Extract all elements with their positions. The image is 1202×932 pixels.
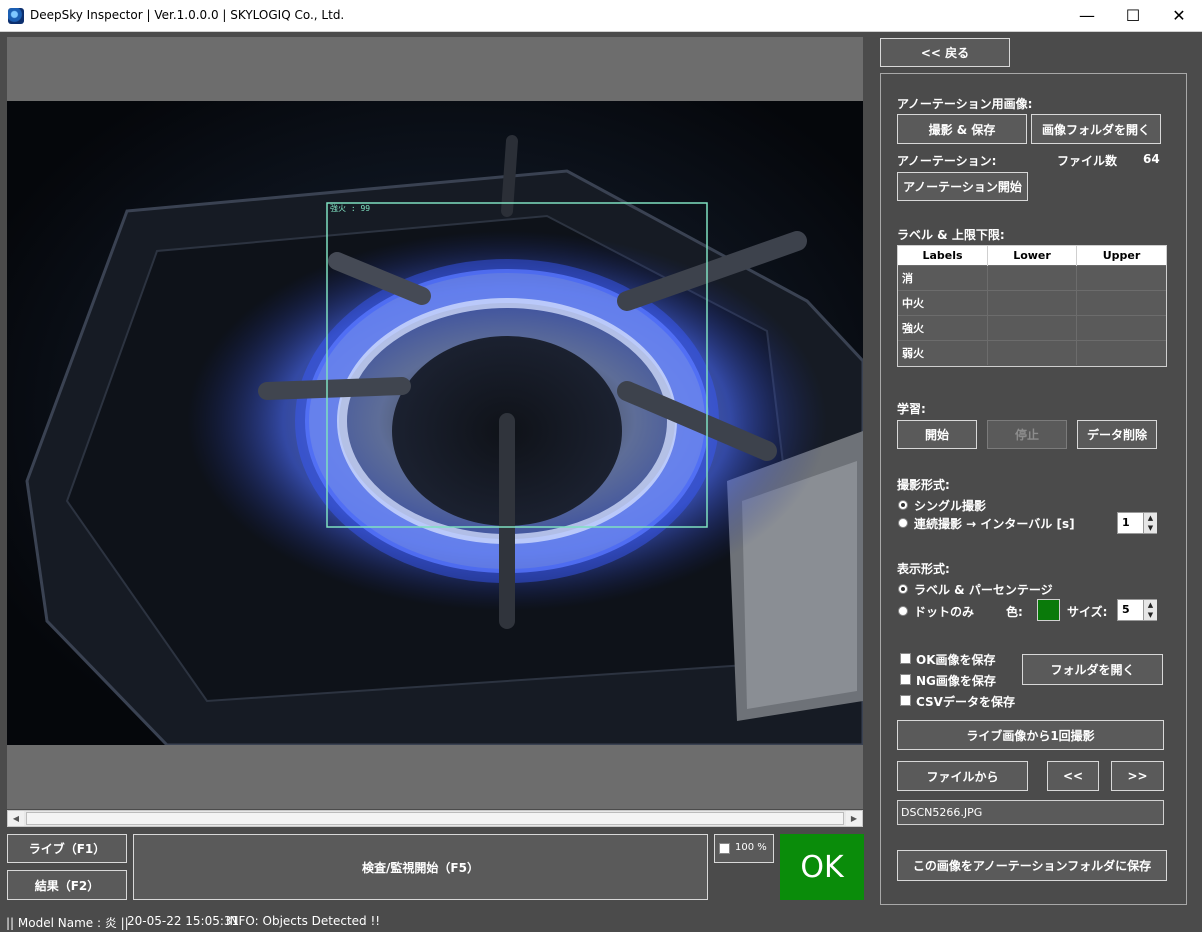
labels-table[interactable]: Labels Lower Upper 消 中火 強火 弱火 [897,245,1167,367]
table-row[interactable]: 中火 [898,290,1166,316]
table-row[interactable]: 強火 [898,315,1166,341]
color-label: 色: [1006,605,1023,619]
table-cell-label[interactable]: 中火 [898,290,988,316]
table-header-lower[interactable]: Lower [987,246,1077,266]
labels-section-label: ラベル & 上限下限: [897,228,1005,242]
continuous-capture-radio[interactable] [898,518,908,528]
live-button[interactable]: ライブ（F1） [7,834,127,863]
spin-down-icon[interactable]: ▼ [1144,610,1157,620]
single-capture-label: シングル撮影 [914,499,987,513]
continuous-capture-label: 連続撮影 → インターバル [s] [914,517,1075,531]
save-csv-checkbox[interactable] [900,695,911,706]
save-ng-checkbox[interactable] [900,674,911,685]
window-title: DeepSky Inspector | Ver.1.0.0.0 | SKYLOG… [30,8,345,22]
zoom-checkbox[interactable] [719,843,730,854]
table-cell-lower[interactable] [987,315,1077,341]
capture-once-button[interactable]: ライブ画像から1回撮影 [897,720,1164,750]
interval-stepper[interactable]: 1 ▲ ▼ [1117,512,1157,534]
scroll-left-icon[interactable]: ◀ [8,811,24,826]
table-cell-upper[interactable] [1076,265,1166,291]
annotation-label: アノーテーション: [897,154,997,168]
status-info: INFO: Objects Detected !! [226,914,381,928]
annotation-start-button[interactable]: アノーテーション開始 [897,172,1028,201]
zoom-control[interactable]: 100 % [714,834,774,863]
table-row[interactable]: 弱火 [898,340,1166,365]
status-model-name: || Model Name : 炎 || [6,916,129,930]
table-cell-upper[interactable] [1076,290,1166,316]
learn-start-button[interactable]: 開始 [897,420,977,449]
app-logo-icon [8,8,24,24]
table-header-upper[interactable]: Upper [1076,246,1166,266]
file-count-value: 64 [1143,152,1160,166]
scroll-right-icon[interactable]: ▶ [846,811,862,826]
spin-up-icon[interactable]: ▲ [1144,600,1157,610]
image-viewer[interactable]: 強火 : 99 [7,37,863,809]
interval-spin-buttons[interactable]: ▲ ▼ [1143,513,1157,533]
results-button[interactable]: 結果（F2） [7,870,127,900]
table-cell-lower[interactable] [987,340,1077,365]
save-ok-label: OK画像を保存 [916,653,996,667]
maximize-button[interactable]: ☐ [1110,0,1156,32]
back-button[interactable]: << 戻る [880,38,1010,67]
status-bar: || Model Name : 炎 || 20-05-22 15:05:31 I… [0,911,1202,932]
label-percent-radio[interactable] [898,584,908,594]
table-cell-lower[interactable] [987,265,1077,291]
next-file-button[interactable]: >> [1111,761,1164,791]
file-count-label: ファイル数 [1057,154,1118,168]
spin-down-icon[interactable]: ▼ [1144,523,1157,533]
display-mode-label: 表示形式: [897,562,950,576]
open-folder-button[interactable]: フォルダを開く [1022,654,1163,685]
zoom-label: 100 % [735,842,767,853]
table-cell-upper[interactable] [1076,340,1166,365]
table-row[interactable]: 消 [898,265,1166,291]
minimize-button[interactable]: — [1064,0,1110,32]
dots-only-label: ドットのみ [914,605,975,619]
save-to-annotation-button[interactable]: この画像をアノーテーションフォルダに保存 [897,850,1167,881]
status-timestamp: 20-05-22 15:05:31 [127,914,240,928]
title-bar: DeepSky Inspector | Ver.1.0.0.0 | SKYLOG… [0,0,1202,32]
table-header-labels[interactable]: Labels [898,246,988,266]
table-cell-label[interactable]: 弱火 [898,340,988,365]
table-cell-upper[interactable] [1076,315,1166,341]
save-ng-label: NG画像を保存 [916,674,996,688]
table-cell-label[interactable]: 消 [898,265,988,291]
scrollbar-thumb[interactable] [26,812,844,825]
from-file-button[interactable]: ファイルから [897,761,1028,791]
size-stepper[interactable]: 5 ▲ ▼ [1117,599,1157,621]
current-file-field[interactable]: DSCN5266.JPG [897,800,1164,825]
stove-burner-photo: 強火 : 99 [7,101,863,745]
prev-file-button[interactable]: << [1047,761,1099,791]
delete-data-button[interactable]: データ削除 [1077,420,1157,449]
save-csv-label: CSVデータを保存 [916,695,1015,709]
capture-save-button[interactable]: 撮影 & 保存 [897,114,1027,144]
inspect-start-button[interactable]: 検査/監視開始（F5） [133,834,708,900]
open-image-folder-button[interactable]: 画像フォルダを開く [1031,114,1161,144]
save-ok-checkbox[interactable] [900,653,911,664]
table-cell-lower[interactable] [987,290,1077,316]
dots-only-radio[interactable] [898,606,908,616]
learn-stop-button[interactable]: 停止 [987,420,1067,449]
capture-mode-label: 撮影形式: [897,478,950,492]
dot-color-swatch[interactable] [1037,599,1060,621]
horizontal-scrollbar[interactable]: ◀ ▶ [7,810,863,827]
learning-label: 学習: [897,402,926,416]
annotation-images-label: アノーテーション用画像: [897,97,1033,111]
size-spin-buttons[interactable]: ▲ ▼ [1143,600,1157,620]
spin-up-icon[interactable]: ▲ [1144,513,1157,523]
label-percent-label: ラベル & パーセンテージ [914,583,1053,597]
verdict-indicator: OK [780,834,864,900]
size-value[interactable]: 5 [1122,603,1130,616]
detection-label: 強火 : 99 [330,203,370,213]
interval-value[interactable]: 1 [1122,516,1130,529]
table-cell-label[interactable]: 強火 [898,315,988,341]
close-button[interactable]: ✕ [1156,0,1202,32]
single-capture-radio[interactable] [898,500,908,510]
size-label: サイズ: [1067,605,1108,619]
